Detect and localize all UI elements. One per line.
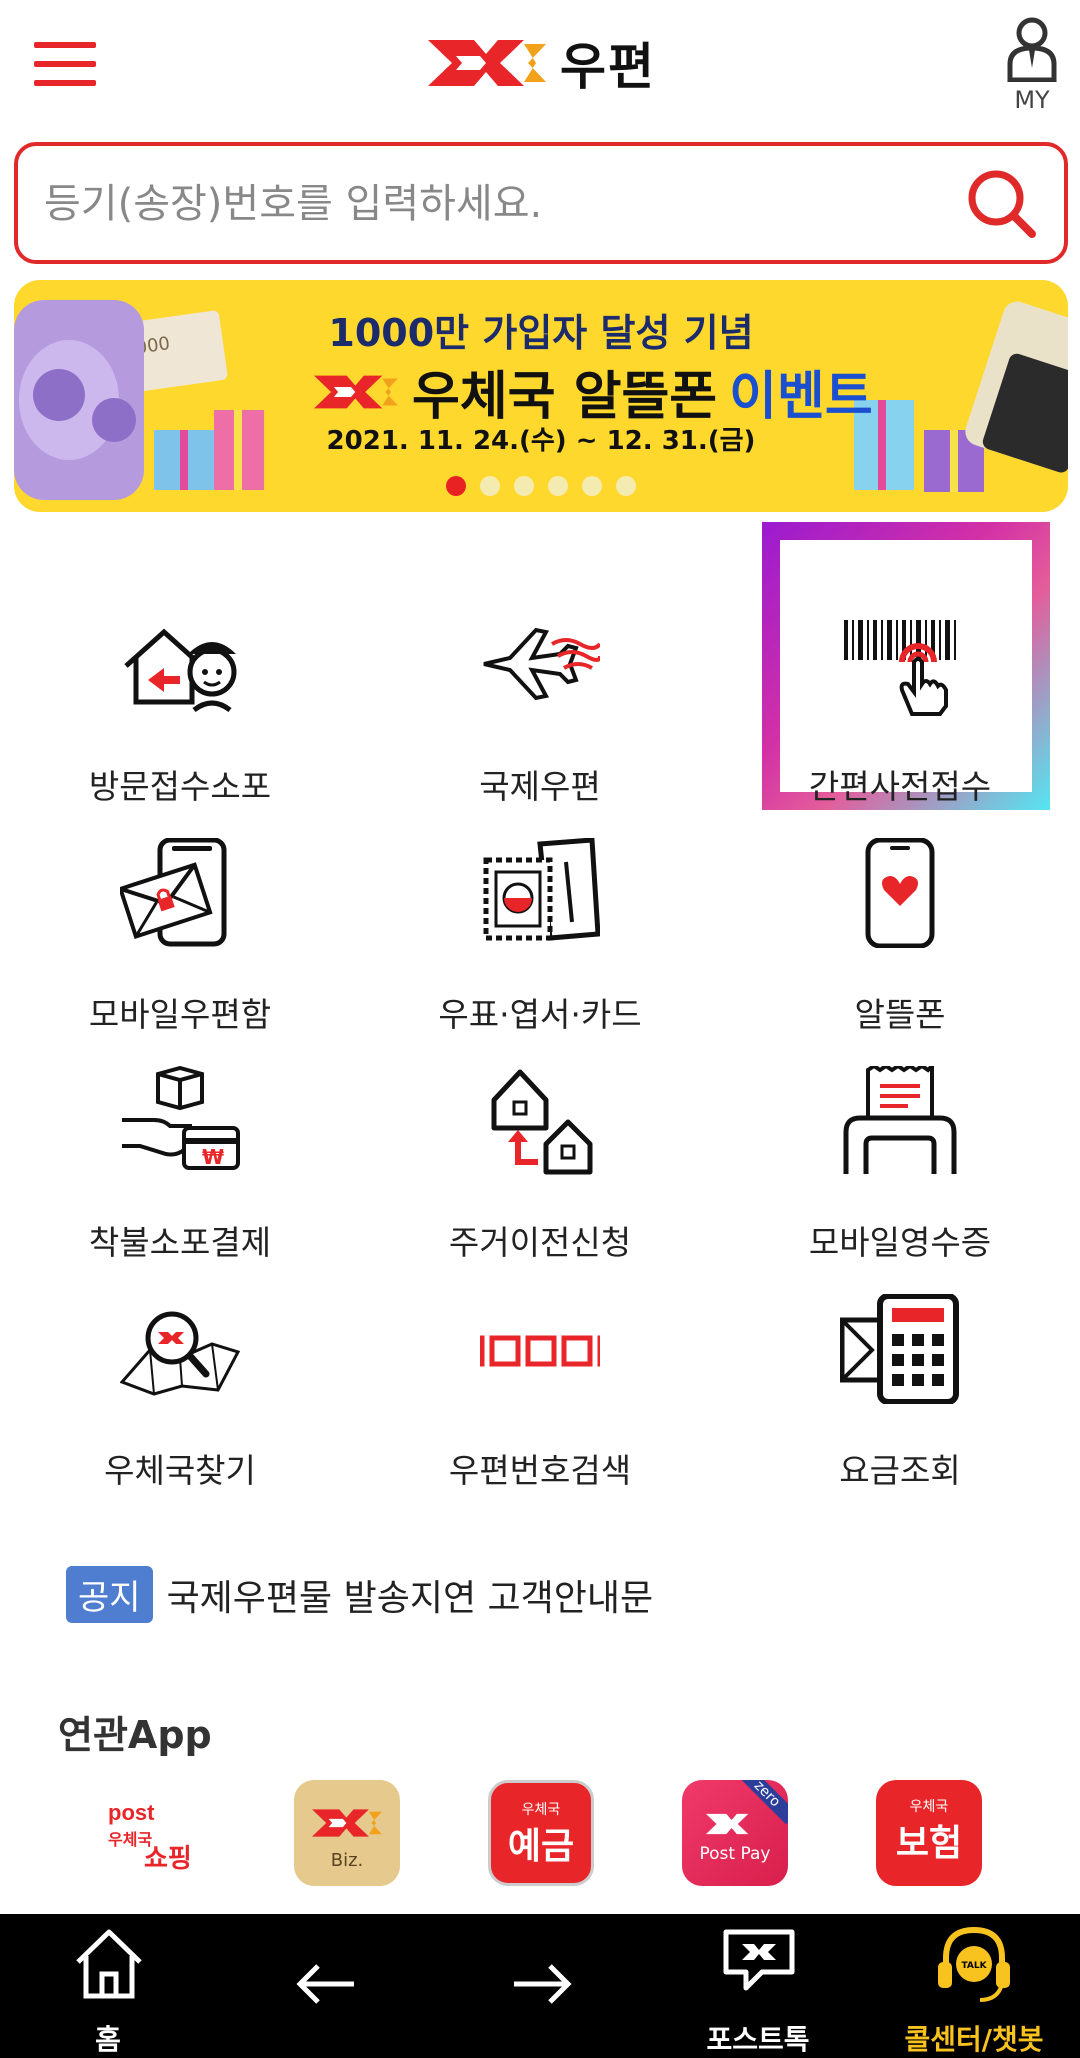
nav-callcenter-label: 콜센터/챗봇 <box>904 2023 1044 2056</box>
menu-label: 우편번호검색 <box>448 1451 632 1490</box>
related-apps-list: post 우체국 쇼핑 Biz. 우체국 예금 zero Post Pay 우체… <box>100 1780 1000 1890</box>
tracking-search-bar <box>14 142 1068 264</box>
menu-mobile-receipt[interactable]: 모바일영수증 <box>756 1016 1044 1262</box>
app-post-insurance[interactable]: 우체국 보험 <box>876 1780 982 1886</box>
map-search-icon <box>120 1311 240 1396</box>
nav-forward-button[interactable] <box>482 1914 602 2058</box>
notice-bar[interactable]: 공지 국제우편물 발송지연 고객안내문 <box>66 1566 653 1623</box>
nav-home-button[interactable]: 홈 <box>48 1914 168 2058</box>
app-label: 우체국 <box>521 1802 561 1818</box>
nav-home-label: 홈 <box>95 2023 121 2056</box>
menu-change-of-address[interactable]: 주거이전신청 <box>396 1016 684 1262</box>
app-post-bank[interactable]: 우체국 예금 <box>488 1780 594 1886</box>
menu-easy-pre-registration[interactable]: 간편사전접수 <box>756 560 1044 806</box>
banner-headline: 1000만 가입자 달성 기념 <box>328 311 754 355</box>
related-apps-title: 연관App <box>58 1713 212 1757</box>
app-label: 쇼핑 <box>144 1844 192 1874</box>
app-header: 우편 MY <box>0 0 1080 135</box>
nav-posttalk-label: 포스트톡 <box>706 2023 810 2056</box>
menu-label: 우체국찾기 <box>104 1451 256 1490</box>
app-label: post <box>108 1800 155 1825</box>
pagination-dot[interactable] <box>582 476 602 496</box>
menu-rate-inquiry[interactable]: 요금조회 <box>756 1244 1044 1490</box>
korea-post-emblem-icon <box>706 1813 749 1835</box>
menu-mobile-mailbox[interactable]: 모바일우편함 <box>36 788 324 1034</box>
search-icon <box>968 170 1036 238</box>
pagination-dot[interactable] <box>446 476 466 496</box>
menu-find-post-office[interactable]: 우체국찾기 <box>36 1244 324 1490</box>
mobile-mailbox-icon <box>120 838 227 947</box>
pickup-parcel-icon <box>124 628 237 713</box>
pagination-dot[interactable] <box>480 476 500 496</box>
chat-bubble-icon <box>723 1929 795 1991</box>
move-house-icon <box>491 1069 593 1175</box>
app-label: 예금 <box>507 1826 575 1867</box>
app-label: Biz. <box>330 1850 364 1871</box>
pagination-dot[interactable] <box>616 476 636 496</box>
postal-logo[interactable]: 우편 <box>428 28 656 98</box>
menu-pickup-parcel[interactable]: 방문접수소포 <box>36 560 324 806</box>
app-label: Post Pay <box>699 1844 771 1864</box>
headset-icon: TALK <box>938 1926 1010 2002</box>
arrow-right-icon <box>514 1964 572 2004</box>
nav-back-button[interactable] <box>266 1914 386 2058</box>
pagination-dot[interactable] <box>514 476 534 496</box>
search-button[interactable] <box>962 164 1042 244</box>
calculator-icon <box>840 1294 959 1404</box>
app-post-pay[interactable]: zero Post Pay <box>682 1780 788 1886</box>
menu-international-mail[interactable]: 국제우편 <box>396 560 684 806</box>
tracking-number-input[interactable] <box>44 172 944 236</box>
banner-title-text: 우체국 알뜰폰 <box>412 367 718 427</box>
event-banner[interactable]: 10000 1000만 가입자 달성 기념 우체국 알뜰폰 이벤트 2021. … <box>14 280 1068 512</box>
home-icon <box>76 1929 142 1999</box>
svg-text:₩: ₩ <box>202 1145 224 1169</box>
banner-date: 2021. 11. 24.(수) ~ 12. 31.(금) <box>326 426 756 456</box>
app-label: 보험 <box>895 1823 963 1864</box>
nav-callcenter-button[interactable]: TALK 콜센터/챗봇 <box>898 1914 1050 2058</box>
my-page-button[interactable]: MY <box>1000 16 1064 116</box>
pagination-dot[interactable] <box>548 476 568 496</box>
nav-posttalk-button[interactable]: 포스트톡 <box>690 1914 826 2058</box>
menu-cod-payment[interactable]: ₩ 착불소포결제 <box>36 1016 324 1262</box>
app-label: 우체국 <box>909 1799 949 1815</box>
notice-text[interactable]: 국제우편물 발송지연 고객안내문 <box>167 1569 654 1621</box>
menu-postcode-search[interactable]: 우편번호검색 <box>396 1244 684 1490</box>
app-biz[interactable]: Biz. <box>294 1780 400 1886</box>
barcode-touch-icon <box>844 620 956 716</box>
menu-label: 요금조회 <box>839 1451 961 1490</box>
banner-title-accent: 이벤트 <box>729 367 873 427</box>
korea-post-emblem-icon <box>314 375 398 408</box>
korea-post-emblem-icon <box>312 1809 382 1837</box>
banner-pagination <box>446 476 636 496</box>
arrow-left-icon <box>296 1964 354 2004</box>
cod-payment-icon: ₩ <box>122 1066 240 1170</box>
notice-badge: 공지 <box>66 1566 153 1623</box>
banner-title: 우체국 알뜰폰 이벤트 <box>314 354 873 429</box>
menu-icon[interactable] <box>34 42 96 86</box>
menu-budget-phone[interactable]: 알뜰폰 <box>756 788 1044 1034</box>
stamp-icon <box>483 838 600 941</box>
bottom-navigation: 홈 포스트톡 TALK 콜센터/챗봇 <box>0 1914 1080 2058</box>
receipt-printer-icon <box>843 1066 957 1174</box>
my-label: MY <box>1014 86 1050 114</box>
phone-heart-icon <box>865 838 935 948</box>
talk-tag: TALK <box>961 1961 987 1971</box>
postcode-boxes-icon <box>480 1335 600 1367</box>
airplane-icon <box>483 627 600 701</box>
app-post-mall-shopping[interactable]: post 우체국 쇼핑 <box>100 1780 206 1886</box>
user-icon <box>1007 17 1057 83</box>
menu-stamps-postcards[interactable]: 우표·엽서·카드 <box>396 788 684 1034</box>
korea-post-emblem-icon <box>428 40 546 86</box>
brand-title: 우편 <box>560 38 656 96</box>
